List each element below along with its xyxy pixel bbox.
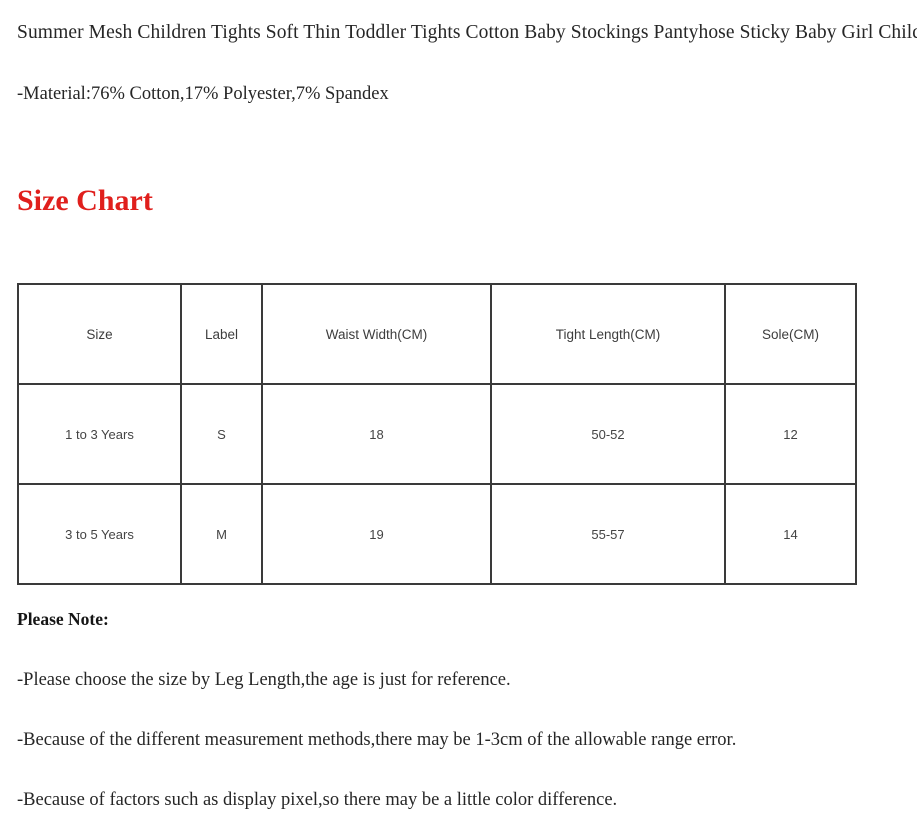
- table-header-row: Size Label Waist Width(CM) Tight Length(…: [18, 284, 856, 384]
- column-header-sole: Sole(CM): [725, 284, 856, 384]
- size-chart-page: Summer Mesh Children Tights Soft Thin To…: [0, 0, 917, 830]
- cell-sole: 14: [725, 484, 856, 584]
- product-title: Summer Mesh Children Tights Soft Thin To…: [17, 22, 917, 43]
- size-chart-table: Size Label Waist Width(CM) Tight Length(…: [17, 283, 857, 585]
- note-line-measurement-error: -Because of the different measurement me…: [17, 730, 737, 750]
- cell-label: S: [181, 384, 262, 484]
- cell-waist-width: 18: [262, 384, 491, 484]
- table-row: 3 to 5 Years M 19 55-57 14: [18, 484, 856, 584]
- column-header-tight-length: Tight Length(CM): [491, 284, 725, 384]
- cell-size: 3 to 5 Years: [18, 484, 181, 584]
- note-line-color-difference: -Because of factors such as display pixe…: [17, 790, 618, 810]
- cell-size: 1 to 3 Years: [18, 384, 181, 484]
- size-chart-table-container: Size Label Waist Width(CM) Tight Length(…: [17, 283, 857, 585]
- column-header-label: Label: [181, 284, 262, 384]
- material-composition-text: -Material:76% Cotton,17% Polyester,7% Sp…: [17, 84, 389, 104]
- cell-tight-length: 50-52: [491, 384, 725, 484]
- note-line-size-reference: -Please choose the size by Leg Length,th…: [17, 670, 511, 690]
- size-chart-heading: Size Chart: [17, 184, 153, 217]
- column-header-size: Size: [18, 284, 181, 384]
- cell-tight-length: 55-57: [491, 484, 725, 584]
- table-row: 1 to 3 Years S 18 50-52 12: [18, 384, 856, 484]
- column-header-waist-width: Waist Width(CM): [262, 284, 491, 384]
- cell-waist-width: 19: [262, 484, 491, 584]
- cell-label: M: [181, 484, 262, 584]
- cell-sole: 12: [725, 384, 856, 484]
- please-note-heading: Please Note:: [17, 609, 109, 629]
